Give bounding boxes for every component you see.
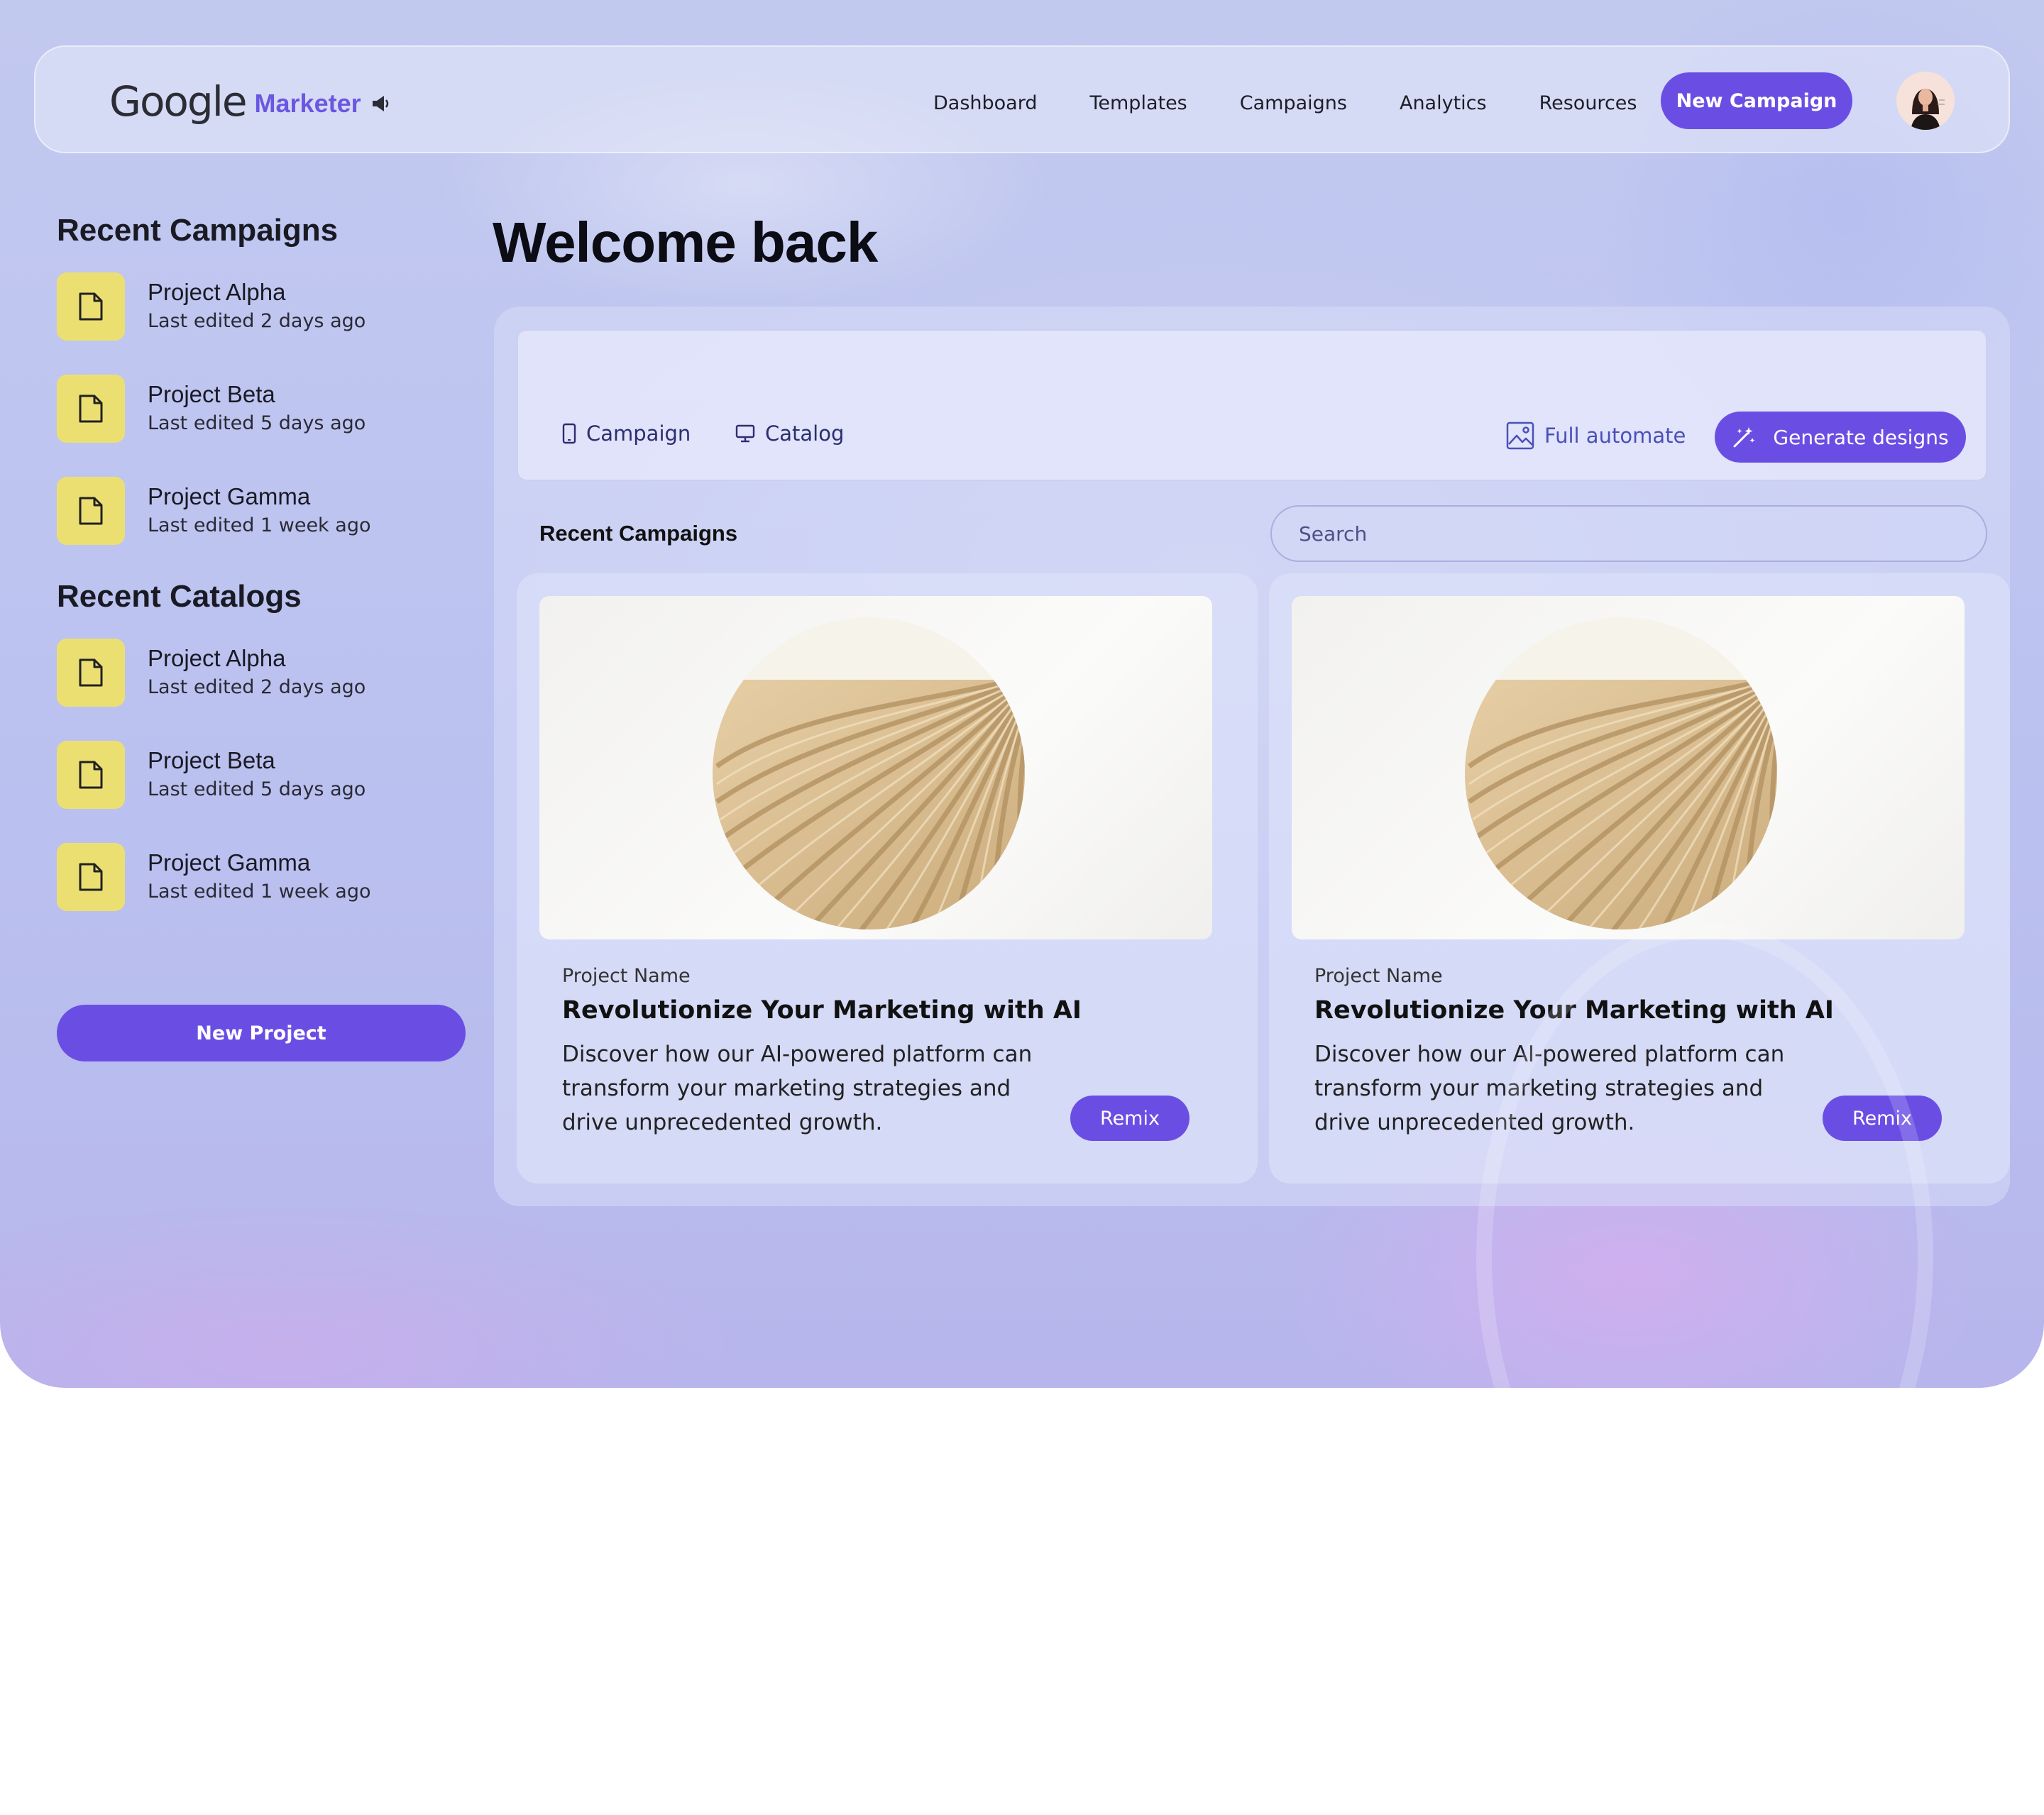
sidebar-campaign-item[interactable]: Project Beta Last edited 5 days ago bbox=[57, 375, 476, 443]
card-title: Revolutionize Your Marketing with AI bbox=[1314, 996, 1834, 1025]
nav-dashboard[interactable]: Dashboard bbox=[907, 92, 1063, 114]
document-icon bbox=[79, 863, 103, 891]
document-tile bbox=[57, 375, 125, 443]
document-tile bbox=[57, 843, 125, 911]
sidebar-catalog-item[interactable]: Project Beta Last edited 5 days ago bbox=[57, 741, 476, 809]
card-description: Discover how our AI-powered platform can… bbox=[1314, 1042, 1785, 1135]
recent-campaigns-section-heading: Recent Campaigns bbox=[539, 521, 738, 546]
nav-campaigns[interactable]: Campaigns bbox=[1214, 92, 1373, 114]
logo-marketer-wordmark: Marketer bbox=[254, 89, 361, 118]
sidebar-catalog-item[interactable]: Project Alpha Last edited 2 days ago bbox=[57, 639, 476, 707]
generate-designs-button[interactable]: Generate designs bbox=[1715, 412, 1966, 463]
document-tile bbox=[57, 477, 125, 545]
user-portrait-icon bbox=[1896, 72, 1955, 130]
item-subtitle: Last edited 2 days ago bbox=[148, 676, 366, 698]
app-window: Google Marketer Dashboard Templates Camp… bbox=[0, 0, 2044, 1388]
item-subtitle: Last edited 5 days ago bbox=[148, 412, 366, 434]
ribbed-sculpture-image bbox=[713, 617, 1025, 929]
nav-resources[interactable]: Resources bbox=[1513, 92, 1664, 114]
document-icon bbox=[79, 761, 103, 789]
card-title: Revolutionize Your Marketing with AI bbox=[562, 996, 1082, 1025]
main-nav: Dashboard Templates Campaigns Analytics … bbox=[907, 85, 1663, 121]
sidebar-campaign-item[interactable]: Project Gamma Last edited 1 week ago bbox=[57, 477, 476, 545]
page-title: Welcome back bbox=[493, 211, 878, 274]
full-automate-toggle[interactable]: Full automate bbox=[1506, 421, 1686, 450]
document-icon bbox=[79, 497, 103, 525]
item-title: Project Alpha bbox=[148, 645, 286, 671]
ribbed-sculpture-image bbox=[1465, 617, 1777, 929]
item-title: Project Gamma bbox=[148, 483, 311, 509]
new-project-button[interactable]: New Project bbox=[57, 1005, 466, 1061]
composer[interactable]: Campaign Catalog Full automate Generate … bbox=[517, 329, 1987, 481]
top-navigation-bar: Google Marketer Dashboard Templates Camp… bbox=[34, 45, 2010, 153]
campaign-card[interactable]: Project Name Revolutionize Your Marketin… bbox=[1269, 573, 2010, 1184]
magic-wand-icon bbox=[1733, 427, 1755, 448]
item-subtitle: Last edited 1 week ago bbox=[148, 881, 371, 903]
sidebar-campaign-item[interactable]: Project Alpha Last edited 2 days ago bbox=[57, 272, 476, 341]
generate-designs-label: Generate designs bbox=[1773, 425, 1949, 449]
remix-button[interactable]: Remix bbox=[1070, 1096, 1189, 1141]
sidebar: Recent Campaigns Project Alpha Last edit… bbox=[57, 213, 476, 945]
document-icon bbox=[79, 658, 103, 687]
document-icon bbox=[79, 395, 103, 423]
phone-icon bbox=[562, 423, 576, 444]
main-panel: Campaign Catalog Full automate Generate … bbox=[494, 307, 2010, 1206]
nav-analytics[interactable]: Analytics bbox=[1373, 92, 1513, 114]
logo[interactable]: Google Marketer bbox=[109, 77, 391, 126]
search-input[interactable] bbox=[1270, 505, 1987, 562]
tab-campaign[interactable]: Campaign bbox=[562, 421, 691, 446]
avatar[interactable] bbox=[1896, 72, 1955, 130]
card-description: Discover how our AI-powered platform can… bbox=[562, 1042, 1033, 1135]
campaign-card[interactable]: Project Name Revolutionize Your Marketin… bbox=[517, 573, 1258, 1184]
speaker-icon bbox=[372, 96, 388, 111]
tab-catalog-label: Catalog bbox=[765, 421, 845, 446]
document-tile bbox=[57, 639, 125, 707]
item-subtitle: Last edited 2 days ago bbox=[148, 310, 366, 332]
card-label: Project Name bbox=[562, 965, 691, 987]
item-title: Project Beta bbox=[148, 747, 275, 773]
document-tile bbox=[57, 272, 125, 341]
item-title: Project Alpha bbox=[148, 279, 286, 305]
remix-button[interactable]: Remix bbox=[1823, 1096, 1942, 1141]
recent-campaigns-heading: Recent Campaigns bbox=[57, 213, 339, 248]
document-tile bbox=[57, 741, 125, 809]
new-campaign-button[interactable]: New Campaign bbox=[1661, 72, 1852, 129]
logo-google-wordmark: Google bbox=[109, 77, 248, 126]
full-automate-label: Full automate bbox=[1544, 424, 1686, 448]
document-icon bbox=[79, 292, 103, 321]
card-label: Project Name bbox=[1314, 965, 1443, 987]
item-title: Project Gamma bbox=[148, 849, 311, 876]
nav-templates[interactable]: Templates bbox=[1063, 92, 1213, 114]
tab-catalog[interactable]: Catalog bbox=[735, 421, 844, 446]
recent-catalogs-heading: Recent Catalogs bbox=[57, 579, 302, 614]
item-subtitle: Last edited 1 week ago bbox=[148, 514, 371, 536]
image-icon bbox=[1506, 421, 1534, 450]
item-subtitle: Last edited 5 days ago bbox=[148, 778, 366, 800]
campaign-thumbnail bbox=[1292, 596, 1965, 939]
item-title: Project Beta bbox=[148, 381, 275, 407]
sidebar-catalog-item[interactable]: Project Gamma Last edited 1 week ago bbox=[57, 843, 476, 911]
tab-campaign-label: Campaign bbox=[586, 421, 691, 446]
campaign-thumbnail bbox=[539, 596, 1212, 939]
monitor-icon bbox=[735, 424, 755, 443]
